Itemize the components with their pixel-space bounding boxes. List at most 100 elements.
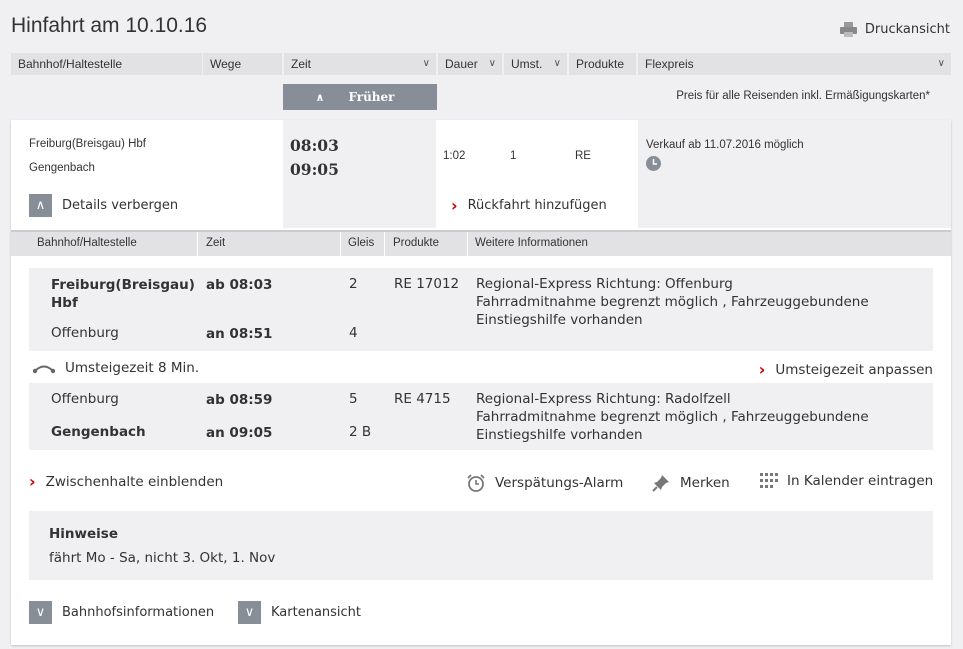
leg-1-info-direction: Regional-Express Richtung: Offenburg: [476, 276, 733, 292]
delay-alarm-button[interactable]: Verspätungs-Alarm: [466, 473, 623, 493]
leg-1-from-station: Freiburg(Breisgau) Hbf: [51, 277, 195, 311]
column-header-ways[interactable]: Wege: [203, 53, 282, 75]
column-header-ways-label: Wege: [210, 57, 242, 71]
leg-1: Freiburg(Breisgau) Hbf ab 08:03 2 RE 170…: [29, 268, 933, 351]
earlier-label: Früher: [348, 90, 395, 104]
summary-arrival-time: 09:05: [290, 160, 339, 179]
chevron-right-icon: ›: [29, 472, 36, 491]
detail-header-track: Gleis: [348, 237, 375, 249]
detail-header-products: Produkte: [393, 237, 440, 249]
leg-1-info-bikes: Fahrradmitnahme begrenzt möglich , Fahrz…: [476, 294, 869, 310]
column-header-price[interactable]: Flexpreis ∨: [638, 53, 951, 75]
column-header-time[interactable]: Zeit ∨: [284, 53, 436, 75]
column-header-price-label: Flexpreis: [645, 57, 694, 71]
map-view-label: Kartenansicht: [271, 605, 362, 620]
leg-2-info-direction: Regional-Express Richtung: Radolfzell: [476, 391, 731, 407]
hints-box: Hinweise fährt Mo - Sa, nicht 3. Okt, 1.…: [29, 511, 933, 580]
header-divider: [340, 232, 341, 258]
transfer-time: Umsteigezeit 8 Min.: [33, 360, 199, 376]
detail-header: Bahnhof/Haltestelle Zeit Gleis Produkte …: [11, 230, 951, 258]
column-header-duration-label: Dauer: [445, 57, 478, 71]
remember-label: Merken: [680, 475, 730, 491]
leg-2-info-bikes: Fahrradmitnahme begrenzt möglich , Fahrz…: [476, 409, 869, 425]
leg-2: Offenburg ab 08:59 5 RE 4715 Regional-Ex…: [29, 383, 933, 450]
add-return-label: Rückfahrt hinzufügen: [467, 198, 607, 213]
leg-2-arrival-track: 2 B: [349, 424, 372, 440]
chevron-down-icon: ∨: [238, 601, 261, 624]
hints-title: Hinweise: [49, 526, 118, 542]
print-view-label: Druckansicht: [864, 22, 950, 37]
summary-price-background: [638, 120, 951, 228]
detail-header-info: Weitere Informationen: [475, 237, 588, 249]
column-header-time-label: Zeit: [291, 57, 312, 71]
leg-2-info-access: Einstiegshilfe vorhanden: [476, 427, 643, 443]
summary-from-station: Freiburg(Breisgau) Hbf: [29, 138, 146, 150]
summary-departure-time: 08:03: [290, 136, 339, 155]
pin-icon: [652, 475, 669, 492]
leg-1-departure: ab 08:03: [206, 277, 273, 293]
leg-1-arrival: an 08:51: [206, 326, 273, 342]
leg-2-arrival: an 09:05: [206, 425, 273, 441]
delay-alarm-label: Verspätungs-Alarm: [495, 475, 624, 491]
chevron-right-icon: ›: [451, 196, 458, 215]
alarm-clock-icon: [467, 474, 485, 492]
station-info-toggle[interactable]: ∨ Bahnhofsinformationen: [29, 601, 214, 624]
add-return-link[interactable]: › Rückfahrt hinzufügen: [451, 196, 607, 215]
chevron-down-icon: ∨: [29, 601, 52, 624]
transfer-time-label: Umsteigezeit 8 Min.: [65, 360, 200, 376]
adjust-transfer-label: Umsteigezeit anpassen: [775, 361, 933, 378]
leg-2-departure-track: 5: [349, 391, 358, 407]
calendar-icon: [760, 473, 778, 488]
column-header-transfers[interactable]: Umst. ∨: [504, 53, 567, 75]
station-info-label: Bahnhofsinformationen: [62, 605, 215, 620]
clock-icon: [646, 156, 661, 171]
printer-icon: [839, 22, 857, 37]
print-view-button[interactable]: Druckansicht: [839, 22, 950, 37]
map-view-toggle[interactable]: ∨ Kartenansicht: [238, 601, 361, 624]
hints-text: fährt Mo - Sa, nicht 3. Okt, 1. Nov: [49, 550, 276, 566]
chevron-down-icon: ∨: [422, 58, 430, 69]
adjust-transfer-link[interactable]: › Umsteigezeit anpassen: [759, 360, 933, 379]
page-title: Hinfahrt am 10.10.16: [11, 14, 208, 37]
show-intermediate-stops-label: Zwischenhalte einblenden: [45, 473, 224, 490]
chevron-down-icon: ∨: [488, 58, 496, 69]
chevron-down-icon: ∨: [553, 58, 561, 69]
leg-1-arrival-track: 4: [349, 325, 358, 341]
add-to-calendar-label: In Kalender eintragen: [787, 473, 934, 489]
leg-1-info-access: Einstiegshilfe vorhanden: [476, 312, 643, 328]
summary-duration: 1:02: [443, 150, 466, 162]
column-header-duration[interactable]: Dauer ∨: [438, 53, 502, 75]
leg-1-to-station: Offenburg: [51, 325, 119, 341]
column-header-station[interactable]: Bahnhof/Haltestelle: [11, 53, 202, 75]
price-note: Preis für alle Reisenden inkl. Ermäßigun…: [676, 90, 930, 102]
detail-header-time: Zeit: [206, 237, 226, 249]
leg-2-departure: ab 08:59: [206, 392, 273, 408]
summary-product: RE: [575, 150, 591, 162]
add-to-calendar-button[interactable]: In Kalender eintragen: [760, 473, 933, 489]
detail-header-station: Bahnhof/Haltestelle: [37, 237, 137, 249]
show-intermediate-stops-link[interactable]: › Zwischenhalte einblenden: [29, 472, 223, 491]
leg-2-from-station: Offenburg: [51, 391, 119, 407]
leg-2-to-station: Gengenbach: [51, 424, 146, 440]
header-divider: [384, 232, 385, 258]
column-header-products-label: Produkte: [576, 57, 625, 71]
walking-icon: [33, 365, 55, 374]
chevron-down-icon: ∨: [937, 58, 945, 69]
remember-button[interactable]: Merken: [651, 473, 730, 493]
leg-1-train: RE 17012: [394, 276, 460, 292]
earlier-button[interactable]: ∧ Früher: [283, 84, 437, 110]
summary-transfers: 1: [510, 150, 517, 162]
summary-to-station: Gengenbach: [29, 162, 95, 174]
sale-info: Verkauf ab 11.07.2016 möglich: [646, 139, 804, 151]
chevron-up-icon: ∧: [315, 90, 325, 104]
chevron-up-icon: ∧: [29, 194, 52, 217]
connection-card: Freiburg(Breisgau) Hbf Gengenbach 08:03 …: [11, 120, 951, 645]
leg-2-train: RE 4715: [394, 391, 451, 407]
header-divider: [197, 232, 198, 258]
column-header-products[interactable]: Produkte: [569, 53, 636, 75]
column-header-station-label: Bahnhof/Haltestelle: [18, 57, 123, 71]
header-divider: [467, 232, 468, 258]
hide-details-toggle[interactable]: ∧ Details verbergen: [29, 194, 178, 217]
hide-details-label: Details verbergen: [62, 198, 179, 213]
leg-1-departure-track: 2: [349, 276, 358, 292]
